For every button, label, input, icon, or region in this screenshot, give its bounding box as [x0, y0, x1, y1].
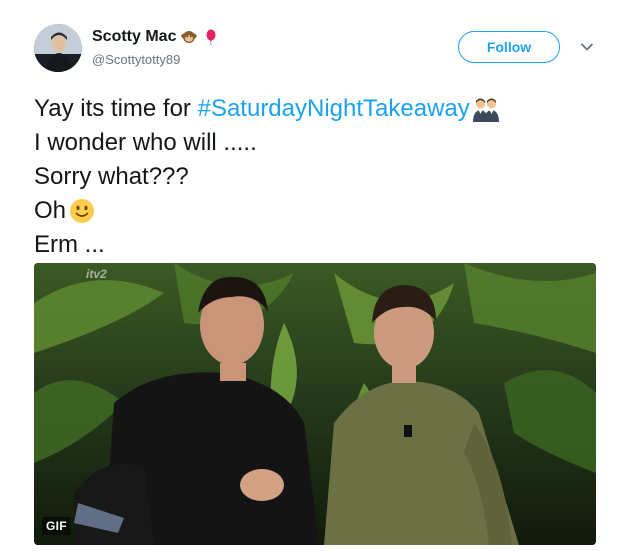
display-name[interactable]: Scotty Mac — [92, 28, 176, 46]
tweet-text: Yay its time for #SaturdayNightTakeaway … — [34, 92, 614, 262]
avatar-image — [34, 24, 82, 72]
gif-badge: GIF — [42, 517, 71, 535]
tweet-line-5: Erm ... — [34, 231, 105, 258]
hashtag-link[interactable]: #SaturdayNightTakeaway — [198, 92, 470, 126]
avatar[interactable] — [34, 24, 82, 72]
channel-watermark: itv2 — [86, 267, 107, 281]
gif-media[interactable]: itv2 GIF — [34, 263, 596, 545]
user-handle[interactable]: @Scottytotty89 — [92, 52, 180, 67]
balloon-icon — [202, 28, 220, 46]
tweet-card: Scotty Mac @Scottytotty89 Follow Yay its… — [0, 0, 634, 551]
gif-frame — [34, 263, 596, 545]
chevron-down-icon[interactable] — [580, 40, 594, 54]
monkey-icon — [180, 28, 198, 46]
tweet-text-prefix: Yay its time for — [34, 95, 198, 122]
follow-button[interactable]: Follow — [458, 31, 560, 63]
tweet-line-1: Yay its time for #SaturdayNightTakeaway — [34, 92, 614, 126]
two-men-icon — [472, 95, 500, 123]
name-row: Scotty Mac — [92, 28, 220, 46]
slightly-smiling-face-icon — [68, 197, 96, 225]
tweet-line-4-text: Oh — [34, 197, 67, 224]
tweet-line-3: Sorry what??? — [34, 163, 189, 190]
tweet-line-4: Oh — [34, 194, 614, 228]
tweet-line-2: I wonder who will ..... — [34, 129, 257, 156]
